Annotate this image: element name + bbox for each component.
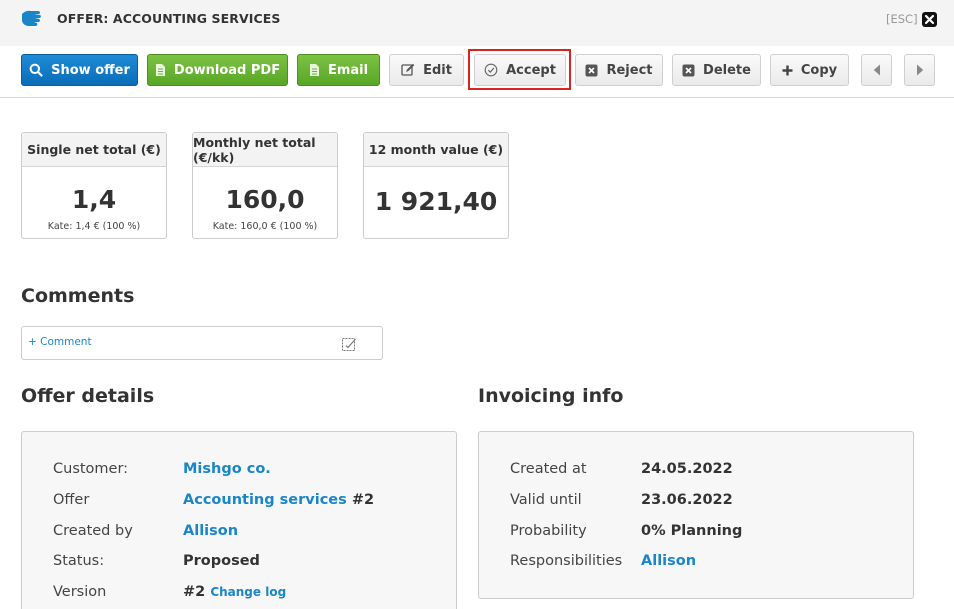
monthly-net-total-card: Monthly net total (€/kk) 160,0 Kate: 160…: [192, 132, 338, 239]
created-at-value: 24.05.2022: [641, 461, 733, 477]
close-icon[interactable]: [922, 12, 937, 27]
version-number: #2: [183, 584, 206, 600]
created-at-label: Created at: [510, 461, 587, 477]
customer-label: Customer:: [53, 461, 129, 477]
card-label: Monthly net total (€/kk): [193, 133, 337, 167]
edit-button[interactable]: Edit: [389, 54, 464, 86]
close-box-icon: [585, 64, 598, 76]
change-log-link[interactable]: Change log: [210, 585, 286, 599]
invoicing-info-heading: Invoicing info: [478, 385, 624, 407]
single-net-total-card: Single net total (€) 1,4 Kate: 1,4 € (10…: [21, 132, 167, 239]
offer-label: Offer: [53, 492, 90, 508]
reject-button[interactable]: Reject: [575, 54, 663, 86]
next-button[interactable]: [904, 54, 935, 86]
customer-link[interactable]: Mishgo co.: [183, 461, 271, 477]
edit-label: Edit: [423, 62, 452, 78]
responsibilities-label: Responsibilities: [510, 553, 623, 569]
add-comment-link[interactable]: + Comment: [28, 336, 92, 348]
card-subtext: Kate: 160,0 € (100 %): [212, 221, 318, 232]
show-offer-button[interactable]: Show offer: [21, 54, 138, 86]
status-value: Proposed: [183, 553, 260, 569]
version-label: Version: [53, 584, 107, 600]
window-title: OFFER: ACCOUNTING SERVICES: [57, 11, 281, 26]
created-by-label: Created by: [53, 523, 133, 539]
reject-label: Reject: [606, 62, 653, 78]
status-label: Status:: [53, 553, 105, 569]
offer-value: Accounting services #2: [183, 492, 374, 508]
document-icon: [155, 64, 165, 76]
version-value: #2 Change log: [183, 584, 286, 600]
show-offer-label: Show offer: [51, 62, 130, 78]
probability-label: Probability: [510, 523, 587, 539]
offer-link[interactable]: Accounting services: [183, 492, 347, 508]
card-subtext: Kate: 1,4 € (100 %): [47, 221, 141, 232]
document-icon: [309, 64, 319, 76]
delete-button[interactable]: Delete: [672, 54, 761, 86]
card-value: 160,0: [225, 185, 305, 214]
edit-note-icon[interactable]: [341, 336, 357, 352]
delete-label: Delete: [703, 62, 751, 78]
responsibilities-link[interactable]: Allison: [641, 553, 696, 569]
comments-heading: Comments: [21, 285, 135, 307]
email-label: Email: [327, 62, 369, 78]
title-bar: OFFER: ACCOUNTING SERVICES [ESC]: [0, 0, 954, 46]
copy-button[interactable]: Copy: [770, 54, 849, 86]
toolbar-divider: [0, 97, 954, 98]
invoicing-info-panel: Created at 24.05.2022 Valid until 23.06.…: [478, 431, 914, 599]
probability-value: 0% Planning: [641, 523, 743, 539]
hand-logo-icon: [22, 10, 41, 26]
download-pdf-label: Download PDF: [173, 62, 281, 78]
close-box-icon: [682, 64, 695, 76]
valid-until-label: Valid until: [510, 492, 582, 508]
valid-until-value: 23.06.2022: [641, 492, 733, 508]
copy-label: Copy: [800, 62, 838, 78]
plus-icon: [782, 65, 793, 75]
accept-highlight-frame: [468, 49, 571, 90]
esc-hint: [ESC]: [886, 12, 918, 26]
card-label: Single net total (€): [22, 133, 166, 167]
created-by-link[interactable]: Allison: [183, 523, 238, 539]
email-button[interactable]: Email: [297, 54, 380, 86]
chevron-left-icon: [873, 64, 880, 76]
card-value: 1,4: [71, 185, 117, 214]
card-value: 1 921,40: [374, 187, 498, 216]
edit-icon: [401, 63, 415, 76]
comment-box[interactable]: + Comment: [21, 326, 383, 360]
previous-button[interactable]: [861, 54, 892, 86]
card-label: 12 month value (€): [364, 133, 508, 167]
offer-details-panel: Customer: Mishgo co. Offer Accounting se…: [21, 431, 457, 609]
search-icon: [29, 63, 43, 77]
offer-number: #2: [351, 492, 375, 508]
chevron-right-icon: [916, 64, 923, 76]
twelve-month-value-card: 12 month value (€) 1 921,40: [363, 132, 509, 239]
offer-details-heading: Offer details: [21, 385, 155, 407]
download-pdf-button[interactable]: Download PDF: [147, 54, 288, 86]
